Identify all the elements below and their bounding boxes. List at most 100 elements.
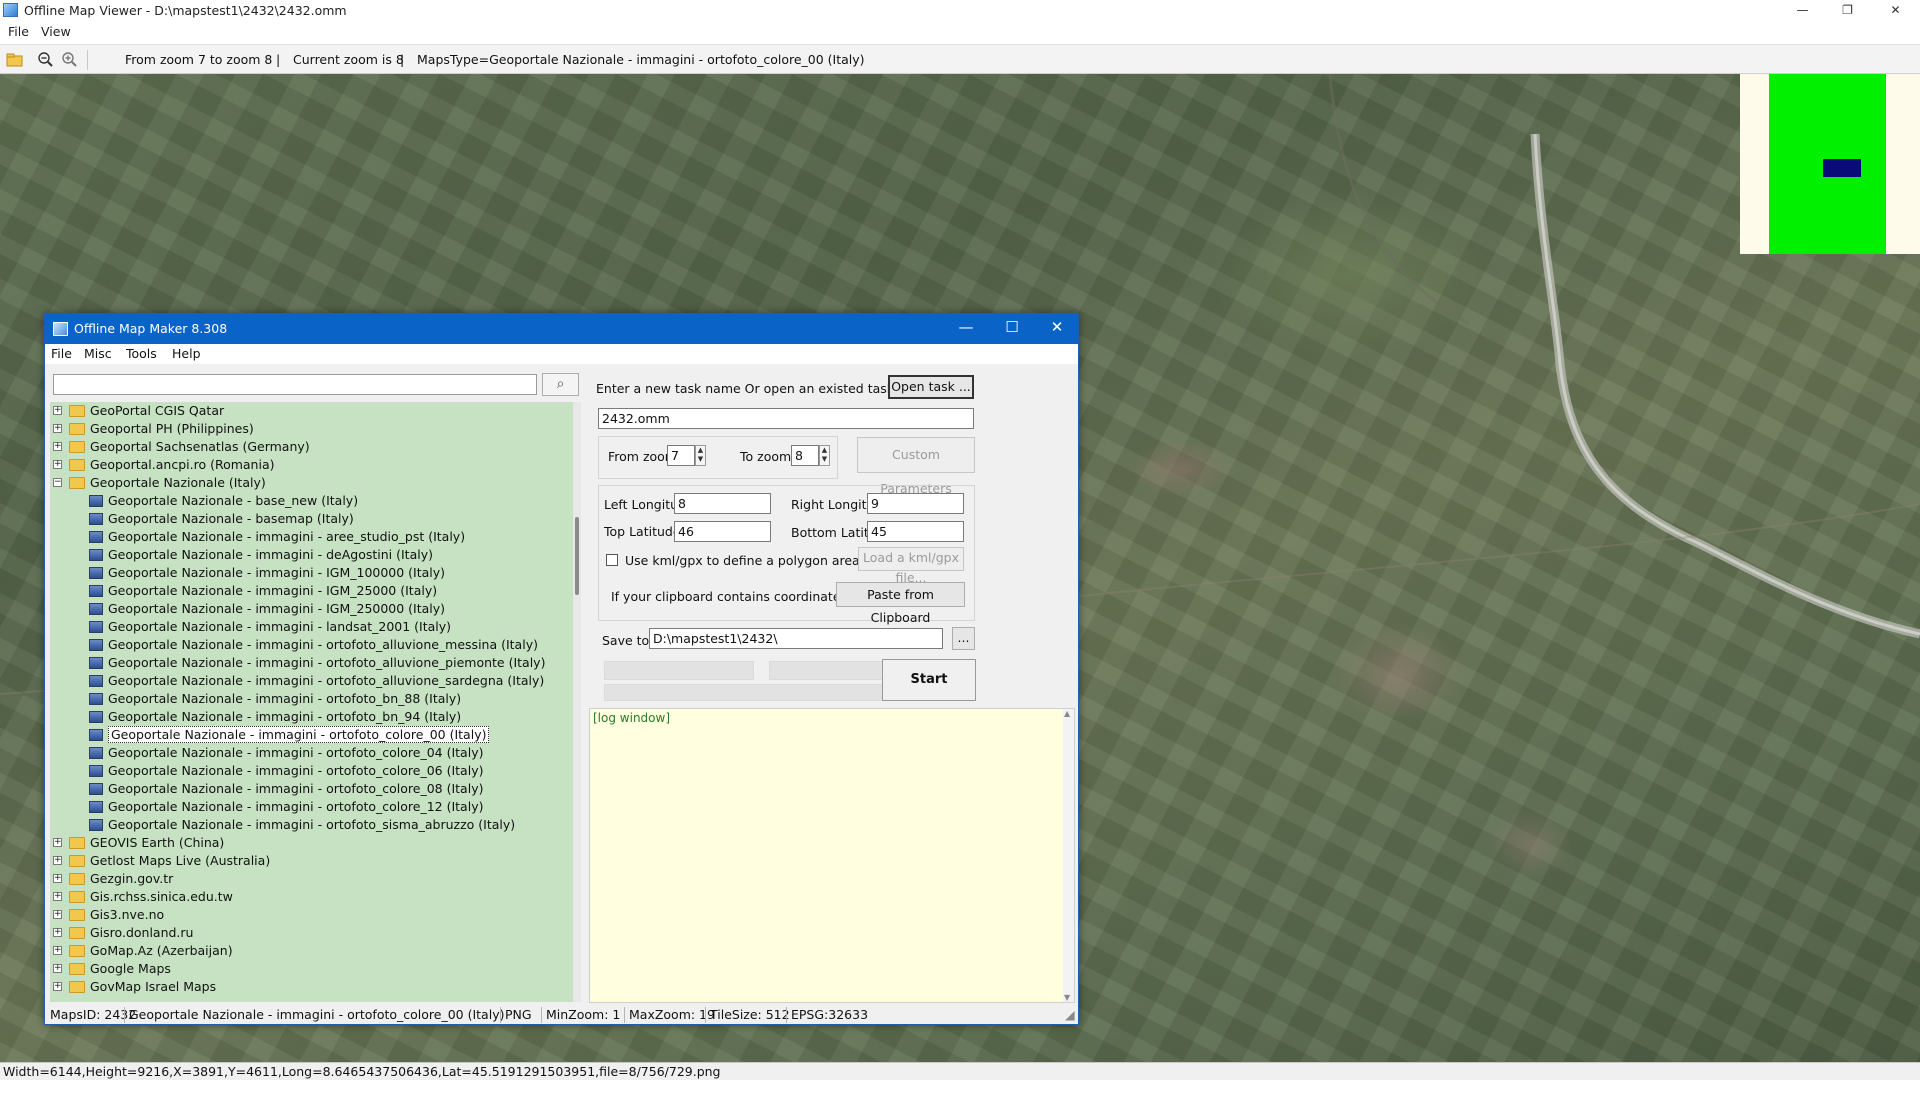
- tree-map-item[interactable]: Geoportale Nazionale - immagini - ortofo…: [50, 798, 570, 816]
- expand-icon[interactable]: +: [53, 892, 62, 901]
- tree-folder-item[interactable]: + GEOVIS Earth (China): [50, 834, 570, 852]
- menu-tools[interactable]: Tools: [126, 346, 157, 361]
- tree-folder-item[interactable]: + GeoPortal CGIS Qatar: [50, 402, 570, 420]
- tree-scrollbar[interactable]: [573, 402, 581, 1002]
- map-layer-icon: [89, 639, 103, 651]
- open-task-button[interactable]: Open task ...: [888, 375, 974, 399]
- tree-map-item[interactable]: Geoportale Nazionale - immagini - IGM_25…: [50, 582, 570, 600]
- tree-map-item[interactable]: Geoportale Nazionale - immagini - ortofo…: [50, 654, 570, 672]
- tree-map-item[interactable]: Geoportale Nazionale - immagini - ortofo…: [50, 816, 570, 834]
- start-button[interactable]: Start: [882, 659, 976, 701]
- scroll-down-icon[interactable]: ▼: [1064, 993, 1070, 1002]
- expand-icon[interactable]: +: [53, 874, 62, 883]
- zoom-in-icon[interactable]: [61, 51, 79, 68]
- expand-icon[interactable]: +: [53, 964, 62, 973]
- expand-icon[interactable]: +: [53, 910, 62, 919]
- minimize-icon[interactable]: —: [948, 318, 984, 336]
- tree-folder-item[interactable]: + GovMap Israel Maps: [50, 978, 570, 996]
- expand-icon[interactable]: +: [53, 856, 62, 865]
- folder-icon: [69, 945, 85, 957]
- tree-map-item[interactable]: Geoportale Nazionale - immagini - ortofo…: [50, 708, 570, 726]
- tree-folder-item[interactable]: + Getlost Maps Live (Australia): [50, 852, 570, 870]
- maps-tree[interactable]: + GeoPortal CGIS Qatar + Geoportal PH (Phil…: [50, 402, 574, 1002]
- tree-map-item[interactable]: Geoportale Nazionale - immagini - IGM_25…: [50, 600, 570, 618]
- tree-folder-item[interactable]: + Gisro.donland.ru: [50, 924, 570, 942]
- tree-folder-item[interactable]: + Gis3.nve.no: [50, 906, 570, 924]
- top-latitude-input[interactable]: 46: [674, 521, 771, 542]
- tree-map-item[interactable]: Geoportale Nazionale - immagini - ortofo…: [50, 762, 570, 780]
- expand-icon[interactable]: +: [53, 460, 62, 469]
- tree-map-item[interactable]: Geoportale Nazionale - immagini - aree_s…: [50, 528, 570, 546]
- tree-folder-item[interactable]: + Geoportal PH (Philippines): [50, 420, 570, 438]
- browse-button[interactable]: ...: [952, 627, 975, 650]
- menu-help[interactable]: Help: [172, 346, 201, 361]
- folder-icon: [69, 405, 85, 417]
- expand-icon[interactable]: +: [53, 442, 62, 451]
- log-scrollbar[interactable]: ▲ ▼: [1063, 709, 1074, 1002]
- minimap-viewport[interactable]: [1823, 159, 1861, 177]
- resize-grip-icon[interactable]: ◢: [1065, 1007, 1075, 1022]
- tree-map-item[interactable]: Geoportale Nazionale - immagini - ortofo…: [50, 726, 570, 744]
- status-separator: [541, 1007, 542, 1023]
- menu-file[interactable]: File: [51, 346, 72, 361]
- bottom-latitude-input[interactable]: 45: [867, 521, 964, 542]
- close-icon[interactable]: ✕: [1039, 318, 1075, 336]
- dialog-titlebar[interactable]: Offline Map Maker 8.308 — ☐ ✕: [45, 314, 1078, 344]
- from-zoom-input[interactable]: 7: [667, 445, 695, 466]
- task-name-input[interactable]: 2432.omm: [598, 408, 974, 429]
- scroll-thumb[interactable]: [575, 517, 579, 595]
- save-path-input[interactable]: D:\mapstest1\2432\: [649, 628, 943, 649]
- expand-icon[interactable]: +: [53, 424, 62, 433]
- expand-icon[interactable]: +: [53, 406, 62, 415]
- tree-map-item[interactable]: Geoportale Nazionale - immagini - landsa…: [50, 618, 570, 636]
- tree-folder-item[interactable]: + GoMap.Az (Azerbaijan): [50, 942, 570, 960]
- paste-clipboard-button[interactable]: Paste from Clipboard: [836, 582, 965, 625]
- tree-map-item[interactable]: Geoportale Nazionale - immagini - ortofo…: [50, 780, 570, 798]
- minimap[interactable]: [1740, 74, 1920, 254]
- restore-icon[interactable]: ❐: [1825, 0, 1870, 22]
- left-longitude-input[interactable]: 8: [674, 493, 771, 514]
- menu-view[interactable]: View: [41, 24, 71, 39]
- collapse-icon[interactable]: −: [53, 478, 62, 487]
- tree-folder-item[interactable]: + Google Maps: [50, 960, 570, 978]
- tree-map-item[interactable]: Geoportale Nazionale - immagini - ortofo…: [50, 672, 570, 690]
- log-window[interactable]: [log window] ▲ ▼: [589, 708, 1075, 1003]
- custom-parameters-button[interactable]: Custom Parameters: [857, 437, 975, 496]
- tree-folder-item[interactable]: + Geoportal.ancpi.ro (Romania): [50, 456, 570, 474]
- expand-icon[interactable]: +: [53, 946, 62, 955]
- tree-map-item[interactable]: Geoportale Nazionale - immagini - ortofo…: [50, 636, 570, 654]
- search-input[interactable]: [53, 374, 537, 395]
- tree-map-item[interactable]: Geoportale Nazionale - base_new (Italy): [50, 492, 570, 510]
- tree-map-item[interactable]: Geoportale Nazionale - immagini - IGM_10…: [50, 564, 570, 582]
- tree-item-label: Geoportale Nazionale (Italy): [90, 475, 266, 490]
- open-folder-icon[interactable]: [6, 51, 24, 68]
- to-zoom-spinner[interactable]: ▲ ▼: [819, 445, 830, 466]
- zoom-out-icon[interactable]: [37, 51, 55, 68]
- kml-checkbox[interactable]: [606, 554, 618, 566]
- from-zoom-spinner[interactable]: ▲ ▼: [695, 445, 706, 466]
- tree-folder-item[interactable]: + Geoportal Sachsenatlas (Germany): [50, 438, 570, 456]
- map-layer-icon: [89, 531, 103, 543]
- load-kml-button[interactable]: Load a kml/gpx file...: [858, 547, 964, 585]
- close-icon[interactable]: ✕: [1873, 0, 1918, 22]
- tree-map-item[interactable]: Geoportale Nazionale - immagini - deAgos…: [50, 546, 570, 564]
- maximize-icon[interactable]: ☐: [994, 318, 1030, 336]
- tree-map-item[interactable]: Geoportale Nazionale - immagini - ortofo…: [50, 690, 570, 708]
- tree-map-item[interactable]: Geoportale Nazionale - basemap (Italy): [50, 510, 570, 528]
- minimize-icon[interactable]: —: [1780, 0, 1825, 22]
- menu-file[interactable]: File: [8, 24, 29, 39]
- tree-map-item[interactable]: Geoportale Nazionale - immagini - ortofo…: [50, 744, 570, 762]
- tree-item-label: Geoportale Nazionale - immagini - aree_s…: [108, 529, 466, 544]
- menu-misc[interactable]: Misc: [84, 346, 112, 361]
- search-button[interactable]: ⌕: [542, 373, 579, 396]
- expand-icon[interactable]: +: [53, 838, 62, 847]
- to-zoom-input[interactable]: 8: [791, 445, 819, 466]
- tree-folder-item[interactable]: + Gis.rchss.sinica.edu.tw: [50, 888, 570, 906]
- tree-folder-item[interactable]: + Gezgin.gov.tr: [50, 870, 570, 888]
- map-layer-icon: [89, 657, 103, 669]
- expand-icon[interactable]: +: [53, 928, 62, 937]
- expand-icon[interactable]: +: [53, 982, 62, 991]
- tree-folder-item[interactable]: − Geoportale Nazionale (Italy): [50, 474, 570, 492]
- right-longitude-input[interactable]: 9: [867, 493, 964, 514]
- scroll-up-icon[interactable]: ▲: [1064, 709, 1070, 718]
